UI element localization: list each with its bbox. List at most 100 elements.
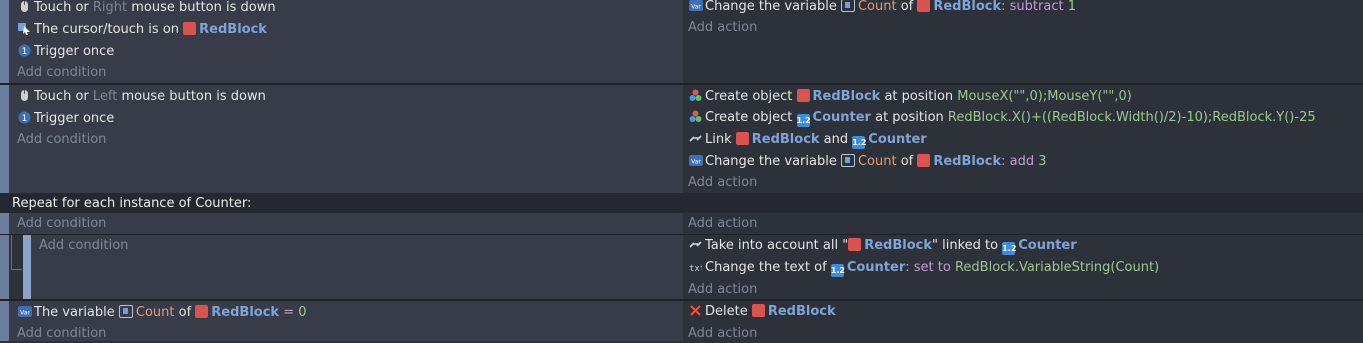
- sub-event-conditions-panel[interactable]: [31, 235, 683, 299]
- repeat-event[interactable]: Add condition Add action: [0, 213, 1363, 235]
- add-action-button[interactable]: Add action: [688, 325, 757, 343]
- redblock-object-icon: [751, 304, 765, 317]
- condition-trigger-once[interactable]: 1 Trigger once: [18, 43, 114, 61]
- add-action-button[interactable]: Add action: [688, 281, 757, 299]
- redblock-object-icon: [917, 154, 931, 167]
- counter-object-icon: 1.2: [796, 114, 811, 127]
- repeat-gutter[interactable]: [0, 213, 9, 235]
- add-condition-button[interactable]: Add condition: [17, 131, 106, 149]
- condition-text: Touch or: [34, 89, 93, 104]
- counter-object-icon: 1.2: [852, 136, 867, 149]
- event-1-gutter[interactable]: [0, 0, 9, 84]
- delete-icon: [689, 304, 702, 317]
- trigger-once-icon: 1: [18, 44, 31, 57]
- condition-variable-compare[interactable]: Var The variable Count of RedBlock = 0: [18, 304, 307, 322]
- action-text: Link: [705, 132, 736, 147]
- condition-mouse-right[interactable]: Touch or Right mouse button is down: [18, 0, 276, 17]
- mouse-icon: [18, 0, 31, 13]
- variable-icon: Var: [689, 154, 703, 167]
- condition-text: Trigger once: [34, 44, 115, 59]
- object-name: Counter: [868, 132, 927, 147]
- add-condition-button[interactable]: Add condition: [17, 325, 106, 343]
- link-icon: [689, 238, 702, 251]
- counter-object-icon: 1.2: [830, 264, 845, 277]
- svg-text:1: 1: [22, 114, 28, 124]
- condition-text-mid: of: [174, 305, 196, 320]
- action-change-variable[interactable]: Var Change the variable Count of RedBloc…: [689, 153, 1047, 171]
- condition-text: The cursor/touch is on: [34, 22, 184, 37]
- object-name: RedBlock: [767, 304, 836, 319]
- operator: : set to: [905, 260, 955, 275]
- object-name: RedBlock: [211, 305, 280, 320]
- condition-text: The variable: [34, 305, 119, 320]
- expression: RedBlock.VariableString(Count): [954, 260, 1160, 275]
- action-text-mid: of: [896, 154, 918, 169]
- object-name: Counter: [846, 260, 906, 275]
- action-text: Delete: [705, 304, 752, 319]
- action-text: Take into account all ": [705, 238, 849, 253]
- action-link[interactable]: Link RedBlock and 1.2 Counter: [689, 131, 927, 149]
- action-text: Change the variable: [705, 0, 841, 14]
- variable-icon: Var: [689, 0, 703, 12]
- parent-gutter[interactable]: [0, 235, 9, 299]
- redblock-object-icon: [917, 0, 931, 12]
- mouse-button-param: Left: [92, 89, 118, 104]
- action-delete[interactable]: Delete RedBlock: [689, 303, 836, 321]
- link-icon: [689, 132, 702, 145]
- variable-name: Count: [135, 305, 175, 320]
- object-name: Counter: [1018, 238, 1077, 253]
- operator: : subtract: [1001, 0, 1068, 14]
- condition-trigger-once[interactable]: 1 Trigger once: [18, 110, 114, 128]
- expression: RedBlock.X()+((RedBlock.Width()/2)-10);R…: [947, 110, 1316, 125]
- event-last-gutter[interactable]: [0, 301, 9, 341]
- svg-text:txt: txt: [689, 264, 702, 273]
- object-name: RedBlock: [751, 132, 820, 147]
- event-last[interactable]: Var The variable Count of RedBlock = 0 A…: [0, 301, 1363, 341]
- action-change-variable[interactable]: Var Change the variable Count of RedBloc…: [689, 0, 1076, 16]
- action-text-mid: and: [819, 132, 853, 147]
- object-name: RedBlock: [864, 238, 932, 253]
- action-create-redblock[interactable]: Create object RedBlock at position Mouse…: [689, 88, 1132, 106]
- object-variable-icon: [840, 154, 855, 167]
- svg-text:Var: Var: [20, 310, 30, 317]
- action-text-mid: at position: [870, 110, 948, 125]
- action-take-into-account[interactable]: Take into account all " RedBlock" linked …: [689, 237, 1077, 255]
- sub-event-gutter[interactable]: [23, 235, 31, 299]
- action-text: Create object: [705, 110, 797, 125]
- mouse-icon: [18, 89, 31, 102]
- action-text: Change the variable: [705, 154, 841, 169]
- object-variable-icon: [118, 305, 133, 318]
- sub-event[interactable]: Add condition Take into account all " Red…: [0, 235, 1363, 299]
- action-text: Change the text of: [705, 260, 831, 275]
- value: 0: [298, 305, 307, 320]
- repeat-conditions-panel[interactable]: [9, 213, 683, 235]
- variable-icon: Var: [18, 305, 32, 318]
- event-2-gutter[interactable]: [0, 85, 9, 193]
- tree-connector: [11, 235, 22, 270]
- event-2[interactable]: Touch or Left mouse button is down 1 Tri…: [0, 85, 1363, 193]
- action-text-mid: at position: [880, 89, 958, 104]
- event-1[interactable]: Touch or Right mouse button is down The …: [0, 0, 1363, 84]
- add-condition-button[interactable]: Add condition: [17, 64, 106, 82]
- repeat-actions-panel[interactable]: [683, 213, 1363, 235]
- add-condition-button[interactable]: Add condition: [39, 237, 128, 255]
- variable-name: Count: [857, 154, 897, 169]
- add-action-button[interactable]: Add action: [688, 215, 757, 233]
- condition-text: Touch or: [34, 0, 93, 15]
- condition-cursor-on[interactable]: The cursor/touch is on RedBlock: [18, 21, 267, 39]
- repeat-event-header[interactable]: Repeat for each instance of Counter:: [0, 193, 1363, 213]
- variable-name: Count: [857, 0, 897, 14]
- add-action-button[interactable]: Add action: [688, 19, 757, 37]
- action-change-text[interactable]: txt Change the text of 1.2Counter: set t…: [689, 259, 1159, 277]
- action-text-mid: of: [896, 0, 918, 14]
- create-object-icon: [689, 89, 702, 102]
- object-name: RedBlock: [933, 154, 1002, 169]
- object-name: RedBlock: [933, 0, 1002, 14]
- action-create-counter[interactable]: Create object 1.2 Counter at position Red…: [689, 109, 1316, 127]
- add-action-button[interactable]: Add action: [688, 174, 757, 192]
- add-condition-button[interactable]: Add condition: [17, 215, 106, 233]
- condition-mouse-left[interactable]: Touch or Left mouse button is down: [18, 88, 266, 106]
- redblock-object-icon: [848, 238, 862, 251]
- object-name: Counter: [812, 110, 871, 125]
- condition-text-rest: mouse button is down: [127, 0, 276, 15]
